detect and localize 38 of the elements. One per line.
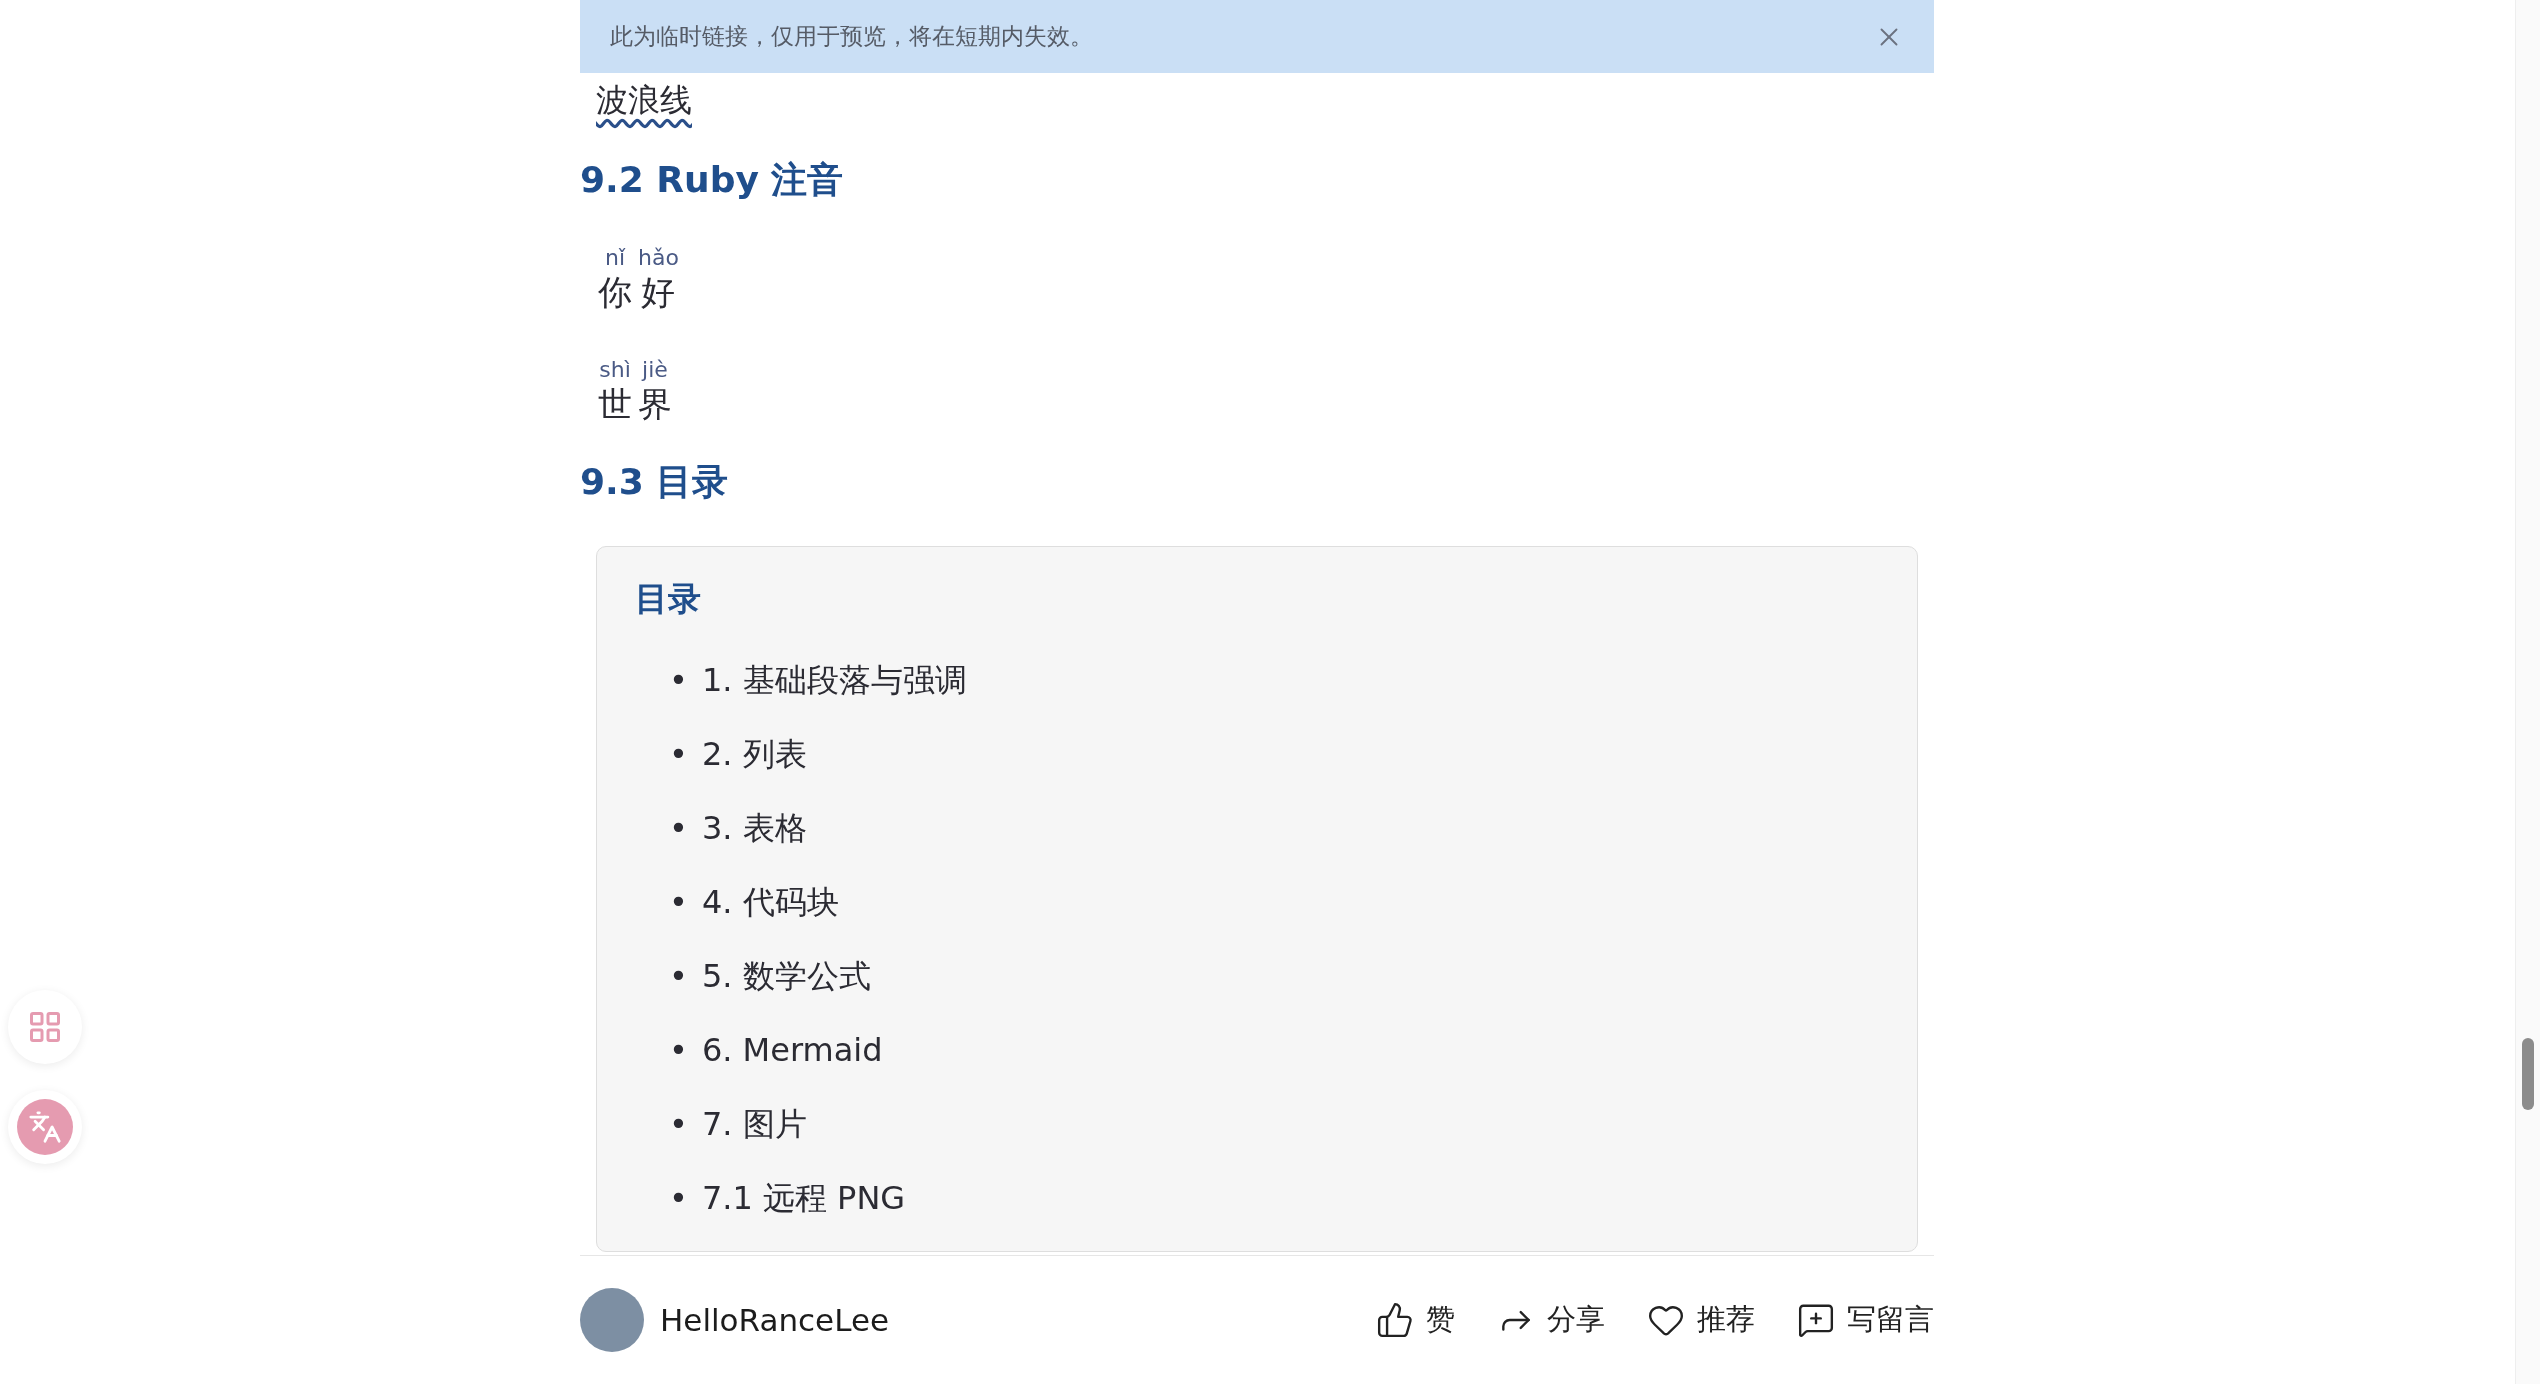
section-heading: 9.3 目录 <box>580 460 730 504</box>
notice-text: 此为临时链接，仅用于预览，将在短期内失效。 <box>610 22 1093 51</box>
hanzi-text: 好 <box>641 272 676 312</box>
author-name[interactable]: HelloRanceLee <box>660 1302 890 1338</box>
comment-button[interactable]: 写留言 <box>1797 1300 1934 1340</box>
pinyin-text: shì <box>599 356 631 384</box>
recommend-button[interactable]: 推荐 <box>1647 1300 1755 1340</box>
bullet: • <box>669 1178 688 1219</box>
translate-icon <box>17 1099 73 1155</box>
toc-title: 目录 <box>635 578 702 620</box>
section-heading: 9.2 Ruby 注音 <box>580 158 845 202</box>
bullet: • <box>669 1104 688 1145</box>
share-button[interactable]: 分享 <box>1497 1300 1605 1340</box>
toc-link[interactable]: 1. 基础段落与强调 <box>701 657 967 703</box>
toc-link[interactable]: 5. 数学公式 <box>701 953 871 999</box>
bullet: • <box>669 734 688 775</box>
hanzi-text: 世 <box>598 384 632 424</box>
toc-link[interactable]: 7.1 远程 PNG <box>701 1175 906 1221</box>
bullet: • <box>669 956 688 997</box>
pinyin-text: jiè <box>642 356 668 384</box>
toc-link[interactable]: 6. Mermaid <box>701 1027 883 1073</box>
bullet: • <box>669 808 688 849</box>
pinyin-text: nǐ <box>604 244 626 272</box>
thumbs-up-icon <box>1376 1301 1414 1339</box>
toc-link[interactable]: 7. 图片 <box>701 1101 807 1147</box>
scrollbar-thumb[interactable] <box>2522 1038 2534 1110</box>
toc-link[interactable]: 2. 列表 <box>701 731 807 777</box>
toc-link[interactable]: 3. 表格 <box>701 805 807 851</box>
apps-icon <box>27 1009 63 1045</box>
bullet: • <box>669 882 688 923</box>
hanzi-text: 你 <box>598 272 632 312</box>
hanzi-text: 界 <box>638 384 672 424</box>
bullet: • <box>669 1030 688 1071</box>
toc-link[interactable]: 4. 代码块 <box>701 879 839 925</box>
wavy-underlined-text: 波浪线 <box>596 80 692 121</box>
pinyin-text: hǎo <box>638 244 679 272</box>
bullet: • <box>669 660 688 701</box>
like-button[interactable]: 赞 <box>1376 1300 1455 1340</box>
